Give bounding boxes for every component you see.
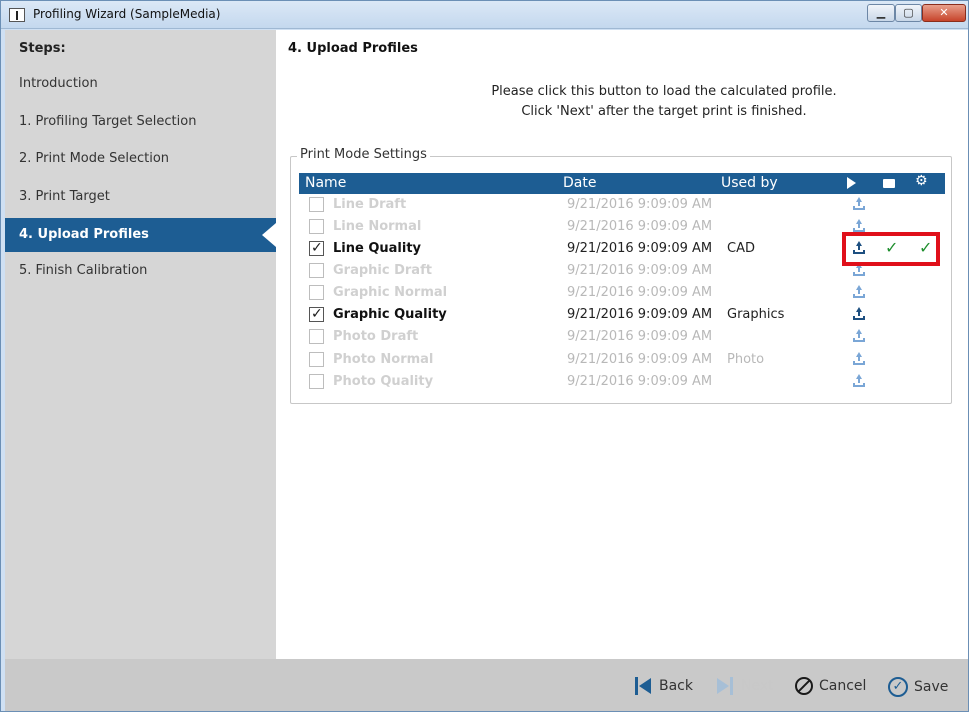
row-name: Photo Quality — [333, 374, 434, 389]
step-upload-profiles: 4. Upload Profiles — [5, 218, 276, 252]
row-date: 9/21/2016 9:09:09 AM — [567, 352, 713, 367]
back-label: Back — [659, 678, 693, 694]
upload-icon[interactable] — [852, 219, 866, 233]
next-label: Next — [741, 678, 774, 694]
row-used-by: CAD — [727, 241, 755, 256]
upload-icon[interactable] — [852, 352, 866, 366]
row-date: 9/21/2016 9:09:09 AM — [567, 374, 713, 389]
step-finish-calibration: 5. Finish Calibration — [19, 263, 148, 278]
table-row: Graphic Quality 9/21/2016 9:09:09 AM Gra… — [299, 304, 945, 326]
row-used-by: Graphics — [727, 307, 785, 322]
main-panel: 4. Upload Profiles Please click this but… — [276, 30, 968, 659]
table-row: Photo Normal 9/21/2016 9:09:09 AM Photo — [299, 349, 945, 371]
gear-icon[interactable]: ⚙ — [915, 173, 928, 189]
next-button[interactable]: Next — [717, 677, 774, 695]
row-date: 9/21/2016 9:09:09 AM — [567, 329, 713, 344]
cancel-label: Cancel — [819, 678, 867, 694]
next-icon — [717, 677, 735, 695]
minimize-button[interactable]: ▁ — [867, 4, 895, 22]
table-row: Graphic Normal 9/21/2016 9:09:09 AM — [299, 282, 945, 304]
column-used-by[interactable]: Used by — [721, 175, 778, 191]
row-checkbox[interactable] — [309, 263, 324, 278]
upload-icon[interactable] — [852, 374, 866, 388]
row-checkbox[interactable] — [309, 352, 324, 367]
table-row: Line Draft 9/21/2016 9:09:09 AM — [299, 194, 945, 216]
step-introduction: Introduction — [19, 76, 98, 91]
callout-highlight-box — [842, 232, 940, 266]
play-icon[interactable] — [847, 177, 856, 189]
row-name: Photo Draft — [333, 329, 419, 344]
wizard-window: Profiling Wizard (SampleMedia) ▁ ▢ ✕ Ste… — [0, 0, 969, 712]
page-title: 4. Upload Profiles — [288, 41, 418, 56]
row-checkbox[interactable] — [309, 219, 324, 234]
row-name: Line Draft — [333, 197, 407, 212]
step-print-target: 3. Print Target — [19, 189, 110, 204]
title-bar[interactable]: Profiling Wizard (SampleMedia) ▁ ▢ ✕ — [1, 1, 968, 29]
upload-icon[interactable] — [852, 285, 866, 299]
row-date: 9/21/2016 9:09:09 AM — [567, 285, 713, 300]
close-button[interactable]: ✕ — [922, 4, 966, 22]
app-icon — [9, 8, 25, 22]
step-profiling-target-selection: 1. Profiling Target Selection — [19, 114, 197, 129]
row-checkbox[interactable] — [309, 240, 324, 256]
print-mode-settings-group: Print Mode Settings Name Date Used by ⚙ … — [290, 147, 952, 404]
back-icon — [635, 677, 653, 695]
row-date: 9/21/2016 9:09:09 AM — [567, 219, 713, 234]
row-name: Graphic Quality — [333, 307, 447, 322]
upload-icon[interactable] — [852, 197, 866, 211]
group-label: Print Mode Settings — [297, 147, 430, 162]
row-checkbox[interactable] — [309, 329, 324, 344]
grid-header: Name Date Used by ⚙ — [299, 173, 945, 194]
row-date: 9/21/2016 9:09:09 AM — [567, 307, 713, 322]
row-name: Graphic Draft — [333, 263, 432, 278]
row-checkbox[interactable] — [309, 285, 324, 300]
row-used-by: Photo — [727, 352, 765, 367]
window-title: Profiling Wizard (SampleMedia) — [33, 7, 221, 21]
row-checkbox[interactable] — [309, 306, 324, 322]
table-row: Photo Quality 9/21/2016 9:09:09 AM — [299, 371, 945, 393]
footer-bar: Back Next Cancel ✓ Save — [5, 659, 968, 711]
save-button[interactable]: ✓ Save — [888, 677, 948, 697]
save-icon: ✓ — [888, 677, 908, 697]
column-name[interactable]: Name — [305, 175, 346, 191]
cancel-icon — [795, 677, 813, 695]
column-date[interactable]: Date — [563, 175, 596, 191]
printer-icon[interactable] — [883, 179, 895, 188]
row-name: Line Quality — [333, 241, 422, 256]
save-label: Save — [914, 679, 949, 695]
instruction-line-1: Please click this button to load the cal… — [491, 84, 837, 99]
row-date: 9/21/2016 9:09:09 AM — [567, 263, 713, 278]
upload-icon[interactable] — [852, 307, 866, 321]
maximize-button[interactable]: ▢ — [895, 4, 922, 22]
table-row: Photo Draft 9/21/2016 9:09:09 AM — [299, 326, 945, 348]
row-checkbox[interactable] — [309, 374, 324, 389]
row-checkbox[interactable] — [309, 197, 324, 212]
step-print-mode-selection: 2. Print Mode Selection — [19, 151, 170, 166]
steps-heading: Steps: — [19, 41, 66, 56]
row-date: 9/21/2016 9:09:09 AM — [567, 197, 713, 212]
upload-icon[interactable] — [852, 329, 866, 343]
row-name: Graphic Normal — [333, 285, 448, 300]
back-button[interactable]: Back — [635, 677, 693, 695]
row-name: Line Normal — [333, 219, 422, 234]
steps-sidebar: Steps: Introduction 1. Profiling Target … — [5, 30, 276, 659]
row-date: 9/21/2016 9:09:09 AM — [567, 241, 713, 256]
row-name: Photo Normal — [333, 352, 434, 367]
instruction-line-2: Click 'Next' after the target print is f… — [521, 104, 807, 119]
cancel-button[interactable]: Cancel — [795, 677, 866, 695]
